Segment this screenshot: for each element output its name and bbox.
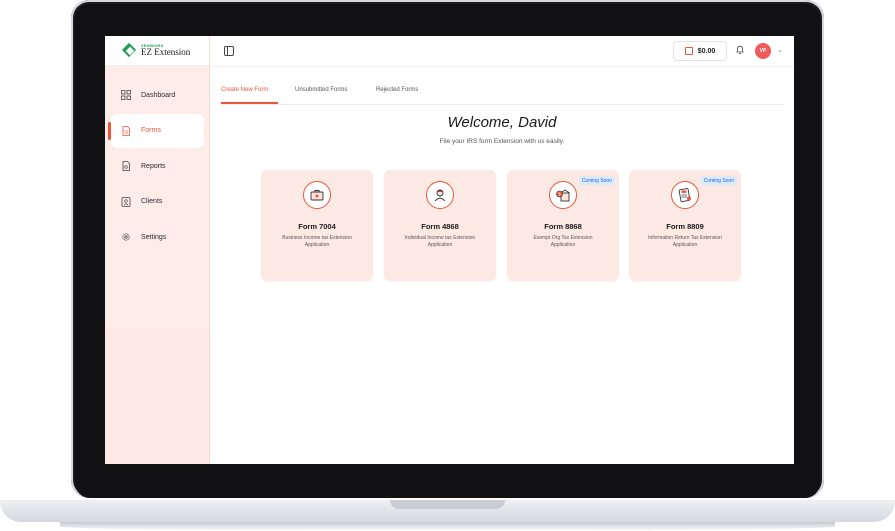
- wallet-balance-button[interactable]: $0.00: [673, 41, 727, 61]
- sidebar-item-label: Forms: [141, 127, 161, 134]
- chevron-down-icon[interactable]: ⌄: [777, 46, 783, 54]
- contact-card-icon: [121, 196, 131, 207]
- gear-icon: [121, 232, 131, 242]
- sidebar-toggle-icon[interactable]: [224, 46, 234, 56]
- sidebar-item-label: Clients: [141, 198, 163, 205]
- coming-soon-badge: Coming Soon: [700, 176, 737, 185]
- tab-unsubmitted-forms[interactable]: Unsubmitted Forms: [295, 87, 347, 93]
- card-title: Form 8809: [666, 222, 704, 231]
- tab-rejected-forms[interactable]: Rejected Forms: [376, 87, 418, 93]
- card-description: Information Return Tax Extension Applica…: [648, 235, 722, 248]
- active-tab-underline: [221, 102, 278, 104]
- document-icon: [121, 125, 131, 136]
- logo-product: EZ Extension: [141, 47, 191, 57]
- form-card-8809[interactable]: Coming Soon Form 8809 Information Return…: [629, 170, 741, 281]
- wallet-icon: [684, 47, 693, 55]
- bell-icon[interactable]: [735, 44, 745, 56]
- svg-text:$: $: [558, 192, 561, 198]
- card-title: Form 4868: [421, 222, 459, 231]
- form-card-7004[interactable]: Form 7004 Business Income tax Extension …: [261, 170, 373, 281]
- form-tabs: Create New Form Unsubmitted Forms Reject…: [221, 81, 784, 105]
- balance-amount: $0.00: [697, 47, 716, 55]
- top-header: $0.00 VP ⌄: [210, 36, 794, 67]
- card-title: Form 8868: [544, 222, 582, 231]
- welcome-heading: Welcome, David: [447, 114, 557, 131]
- logo-icon: [121, 42, 137, 58]
- sidebar-item-dashboard[interactable]: Dashboard: [111, 78, 204, 112]
- welcome-subtitle: File your IRS form Extension with us eas…: [439, 138, 565, 145]
- card-description: Business Income tax Extension Applicatio…: [282, 235, 352, 248]
- card-title: Form 7004: [298, 222, 336, 231]
- laptop-notch: [390, 500, 505, 509]
- dollar-building-icon: $: [549, 181, 577, 209]
- coming-soon-badge: Coming Soon: [578, 176, 615, 185]
- card-description: Exempt Org Tax Extension Application: [533, 235, 593, 248]
- sidebar-item-clients[interactable]: Clients: [111, 185, 204, 219]
- avatar[interactable]: VP: [755, 43, 771, 59]
- tab-create-new-form[interactable]: Create New Form: [221, 87, 268, 93]
- app-screen: ZENWORK EZ Extension Dashboard Forms Rep…: [105, 36, 794, 464]
- card-description: Individual Income tax Extension Applicat…: [404, 235, 476, 248]
- sidebar-item-settings[interactable]: Settings: [111, 220, 204, 254]
- sidebar-item-label: Settings: [141, 233, 167, 241]
- form-card-4868[interactable]: Form 4868 Individual Income tax Extensio…: [384, 170, 496, 281]
- tax-document-icon: [671, 181, 699, 209]
- form-card-8868[interactable]: Coming Soon $ Form 8868 Exempt Org Tax E…: [507, 170, 619, 281]
- sidebar-item-label: Dashboard: [141, 91, 176, 99]
- app-logo[interactable]: ZENWORK EZ Extension: [105, 36, 209, 66]
- active-indicator: [108, 121, 111, 140]
- person-icon: [426, 181, 454, 209]
- sidebar-nav: Dashboard Forms Reports Clients Settings: [105, 78, 209, 256]
- briefcase-icon: [303, 181, 331, 209]
- grid-icon: [121, 90, 131, 100]
- sidebar-item-forms[interactable]: Forms: [108, 113, 204, 148]
- sidebar: ZENWORK EZ Extension Dashboard Forms Rep…: [105, 36, 210, 464]
- sidebar-item-reports[interactable]: Reports: [111, 149, 204, 183]
- sidebar-item-label: Reports: [141, 162, 166, 170]
- report-icon: [121, 161, 131, 171]
